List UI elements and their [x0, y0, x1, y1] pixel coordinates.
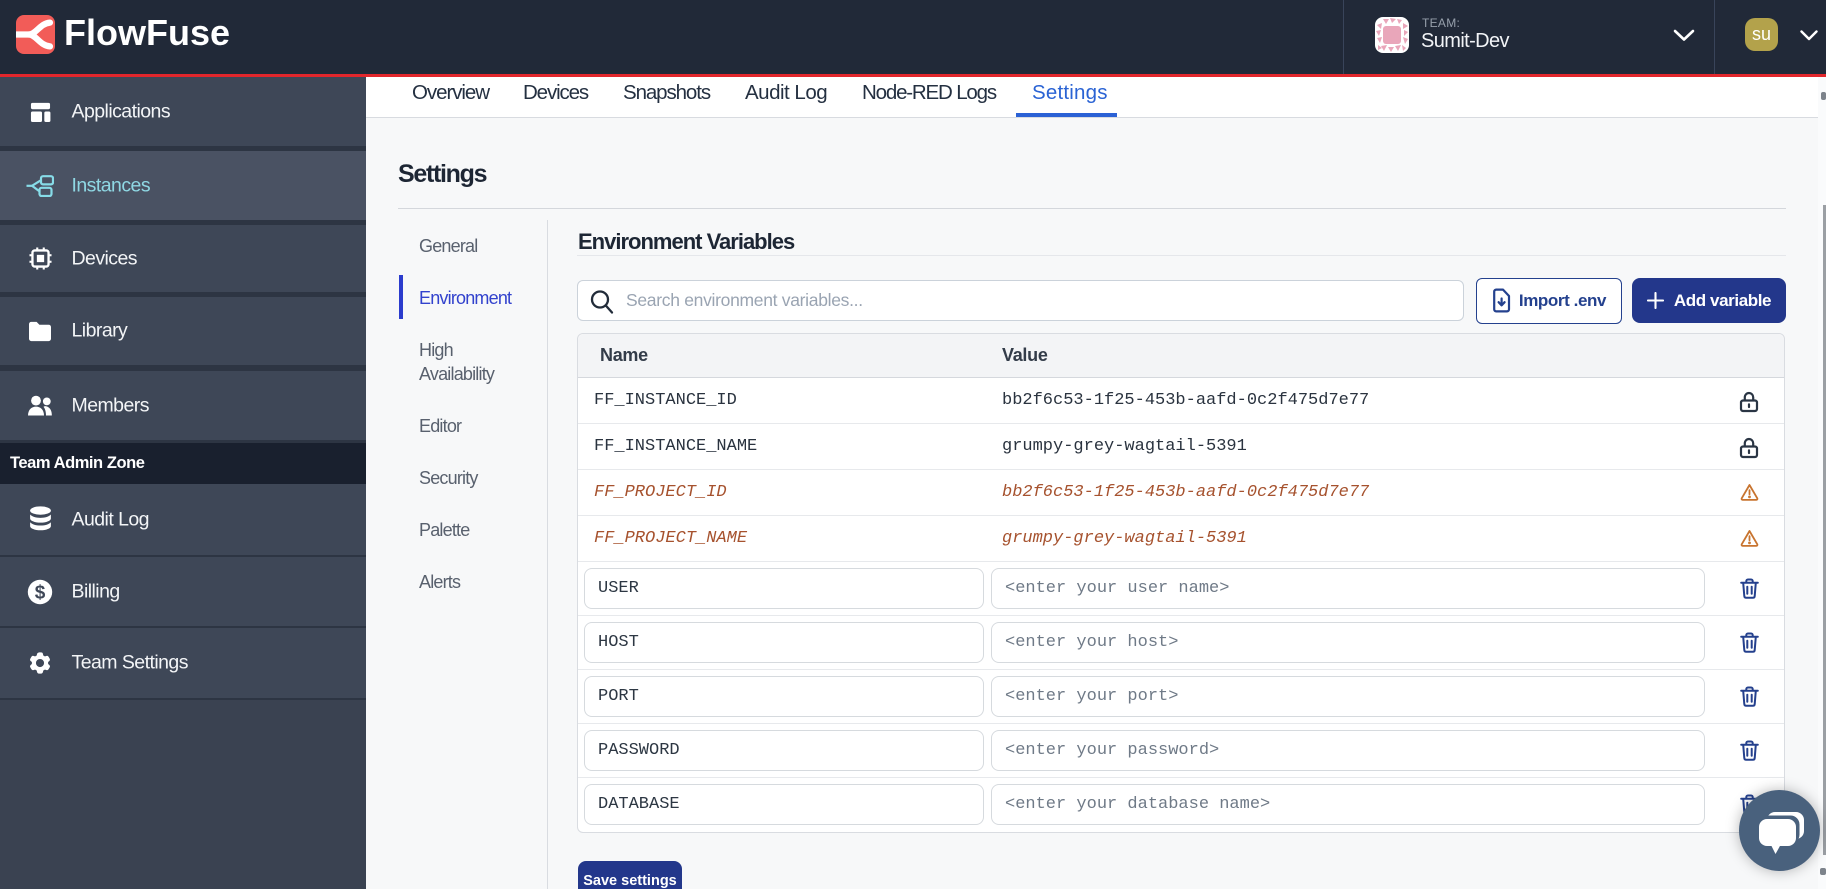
svg-text:$: $ — [35, 582, 46, 603]
